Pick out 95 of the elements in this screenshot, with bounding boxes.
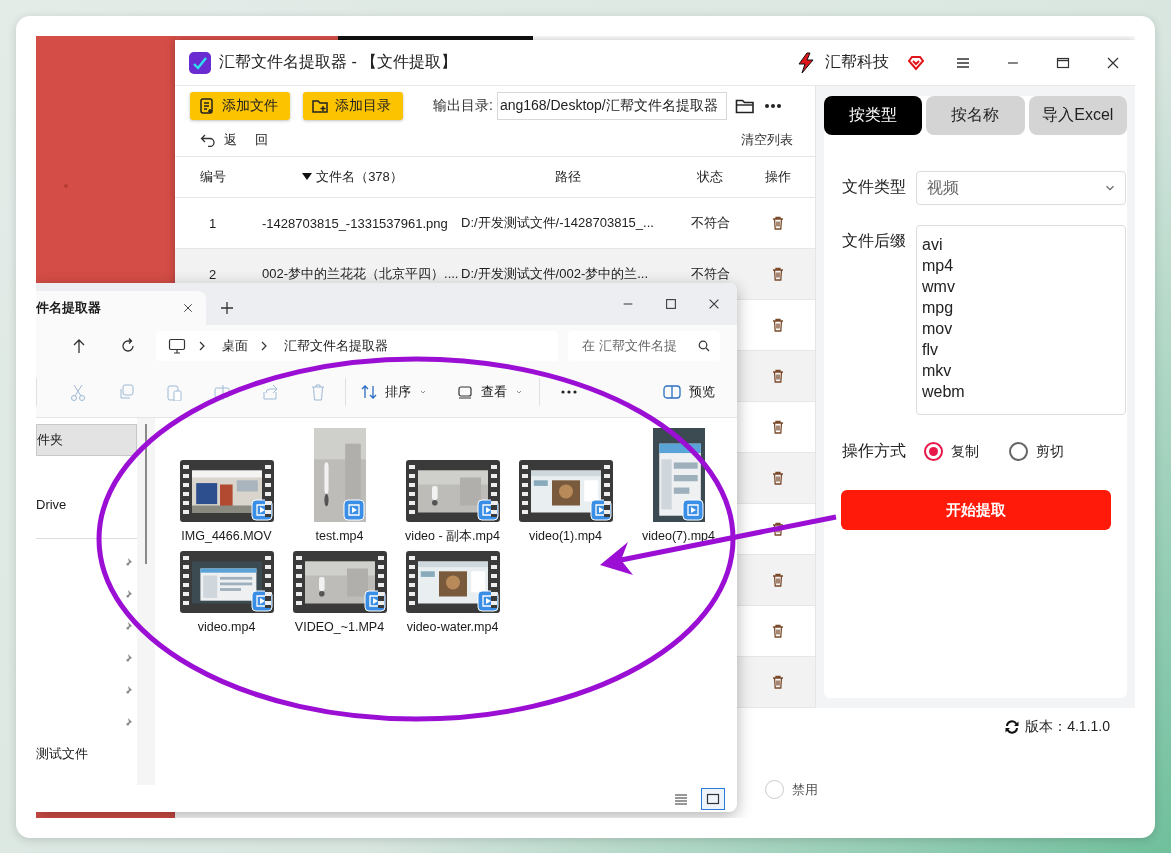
more-icon[interactable] [763, 102, 782, 109]
rename-icon[interactable] [213, 383, 231, 401]
field-label: 文件类型 [842, 177, 907, 197]
window-title: 汇帮文件名提取器 - 【文件提取】 [219, 52, 458, 72]
video-badge-icon [342, 499, 365, 521]
video-thumbnail[interactable] [518, 460, 613, 522]
file-name: video.mp4 [196, 619, 257, 636]
tab-title: 件名提取器 [36, 299, 101, 317]
table-cell: 1 [208, 215, 217, 231]
start-button[interactable]: 开始提取 [841, 490, 1111, 530]
maximize-icon[interactable] [664, 297, 678, 311]
file-name: test.mp4 [314, 528, 365, 545]
plus-icon[interactable] [220, 301, 234, 315]
search-field[interactable]: 在 汇帮文件名提 [568, 331, 720, 361]
sidebar-item[interactable]: 测试文件 [36, 745, 137, 763]
video-thumbnail[interactable] [179, 460, 274, 522]
view-icon [457, 384, 473, 400]
back-button[interactable]: 返 回 [200, 131, 268, 150]
video-badge-icon [476, 499, 499, 521]
sort-down-icon [302, 173, 313, 181]
video-thumbnail[interactable] [405, 460, 500, 522]
add-button[interactable]: 添加文件 [190, 91, 290, 120]
details-view-icon [674, 791, 688, 806]
radio-button[interactable] [924, 442, 943, 461]
chevron-right-icon [260, 341, 268, 351]
table-cell: 不符合 [690, 265, 730, 283]
tab[interactable]: 导入Excel [1028, 96, 1127, 135]
output-path-field[interactable]: ang168/Desktop/汇帮文件名提取器 [496, 91, 727, 120]
file-type-dropdown[interactable]: 视频 [916, 171, 1126, 205]
tab[interactable]: 件名提取器 [36, 291, 206, 325]
toolbar-command[interactable]: 排序 [361, 383, 427, 401]
close-icon[interactable] [707, 297, 721, 311]
video-thumbnail[interactable] [405, 551, 500, 613]
chevron-down-icon [515, 388, 523, 396]
sort-icon [361, 384, 377, 400]
radio-button[interactable] [1009, 442, 1028, 461]
brand-logo-icon [795, 51, 817, 74]
video-thumbnail[interactable] [292, 551, 387, 613]
column-header[interactable]: 文件名（378） [302, 168, 403, 186]
video-badge-icon [589, 499, 612, 521]
chevron-down-icon [419, 388, 427, 396]
video-badge-icon [250, 590, 273, 612]
brand-name: 汇帮科技 [825, 52, 889, 72]
table-cell: 2 [208, 266, 217, 282]
computer-icon [168, 338, 186, 354]
output-label: 输出目录: [433, 96, 493, 115]
radio-label: 禁用 [792, 780, 818, 799]
table-cell-text: D:/开发测试文件/-1428703815_... [460, 214, 655, 232]
version-text: 版本：4.1.1.0 [1025, 718, 1110, 736]
file-name: video-water.mp4 [405, 619, 500, 636]
file-name: VIDEO_~1.MP4 [293, 619, 386, 636]
more-icon[interactable] [560, 389, 578, 395]
toolbar-command[interactable]: 查看 [457, 383, 523, 401]
tab[interactable]: 按类型 [824, 96, 923, 135]
breadcrumb-item[interactable]: 桌面 [222, 337, 248, 355]
video-badge-icon [681, 499, 704, 521]
file-name: IMG_4466.MOV [180, 528, 273, 545]
breadcrumb-item[interactable]: 汇帮文件名提取器 [284, 337, 388, 355]
video-badge-icon [250, 499, 273, 521]
column-header[interactable]: 编号 [199, 168, 226, 186]
sidebar-item[interactable]: Drive [36, 488, 137, 520]
field-label: 操作方式 [842, 441, 907, 461]
suffix-text-area[interactable]: avi mp4 wmv mpg mov flv mkv webm [916, 225, 1126, 415]
video-badge-icon [363, 590, 386, 612]
clear-list-link[interactable]: 清空列表 [741, 131, 793, 150]
column-header[interactable]: 路径 [554, 168, 581, 186]
field-label: 文件后缀 [842, 231, 907, 251]
column-header[interactable]: 状态 [697, 168, 723, 186]
preview-button[interactable]: 预览 [663, 383, 715, 401]
refresh-icon[interactable] [1003, 718, 1022, 736]
app-logo-icon [189, 51, 211, 74]
search-icon [698, 340, 710, 352]
tiles-view-icon [706, 791, 720, 806]
file-name: video(7).mp4 [641, 528, 716, 545]
view-toggle-button[interactable] [701, 787, 725, 810]
table-cell: 不符合 [690, 214, 730, 232]
add-button[interactable]: 添加目录 [303, 91, 403, 120]
table-cell-text: -1428703815_-1331537961.png [261, 215, 449, 231]
back-arrow-icon [200, 133, 216, 148]
up-arrow-icon[interactable] [72, 338, 86, 354]
preview-pane-icon [663, 385, 681, 399]
radio-label: 剪切 [1036, 442, 1064, 461]
chevron-right-icon [198, 341, 206, 351]
radio-label: 复制 [951, 442, 979, 461]
file-add-icon [198, 96, 216, 115]
column-header[interactable]: 操作 [764, 168, 791, 186]
close-icon[interactable] [182, 302, 194, 314]
video-thumbnail[interactable] [179, 551, 274, 613]
sidebar-item[interactable]: 件夹 [36, 424, 137, 456]
video-badge-icon [476, 590, 499, 612]
tab[interactable]: 按名称 [926, 96, 1025, 135]
file-name: video - 副本.mp4 [404, 528, 501, 545]
refresh-icon[interactable] [120, 338, 136, 354]
file-name: video(1).mp4 [528, 528, 603, 545]
address-bar[interactable]: 桌面 汇帮文件名提取器 [156, 331, 558, 361]
